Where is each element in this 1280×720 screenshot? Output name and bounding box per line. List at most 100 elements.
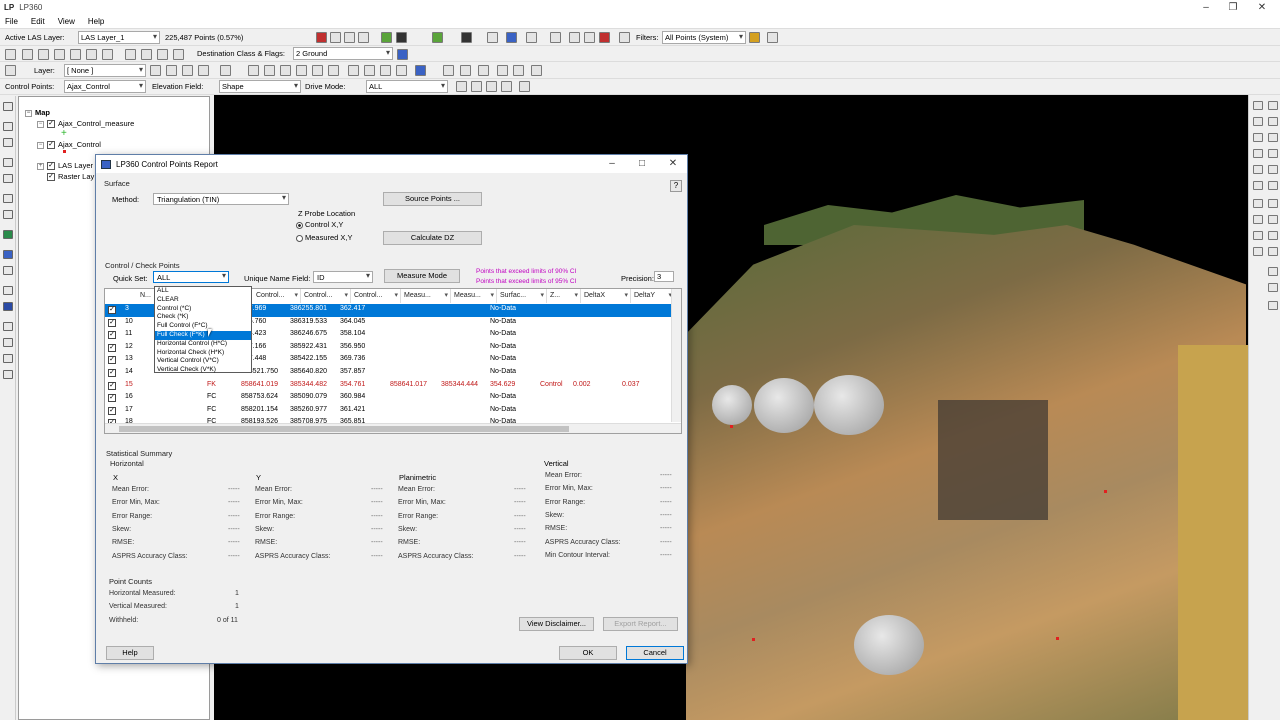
row-checkbox[interactable]: ✓ [108,381,116,390]
row-checkbox[interactable]: ✓ [108,343,116,352]
radio-control-xy[interactable]: Control X,Y [296,220,343,229]
r-tool-7-icon[interactable] [1253,149,1263,158]
prev-point-icon[interactable] [471,81,482,92]
r-tool-22-icon[interactable] [1268,283,1278,292]
edit-tool-12-icon[interactable] [380,65,391,76]
quick-set-option-horizontal-check[interactable]: Horizontal Check (H*K) [155,349,251,358]
edit-tool-15-icon[interactable] [443,65,454,76]
col-deltax-header[interactable]: DeltaX [581,289,631,303]
settings-icon[interactable] [396,32,407,43]
edit-tool-8-icon[interactable] [312,65,323,76]
redo-icon[interactable] [173,49,184,60]
report-icon[interactable] [519,81,530,92]
warning-icon[interactable] [316,32,327,43]
classify-6-icon[interactable] [102,49,113,60]
quick-set-option-check[interactable]: Check (*K) [155,313,251,322]
edit-tool-10-icon[interactable] [348,65,359,76]
classify-1-icon[interactable] [22,49,33,60]
quick-set-select[interactable]: ALL [153,271,229,283]
r-tool-19-icon[interactable] [1253,247,1263,256]
undo-icon[interactable] [157,49,168,60]
row-checkbox[interactable]: ✓ [108,356,116,365]
globe-icon[interactable] [3,230,13,239]
menu-view[interactable]: View [58,17,75,26]
layer-select[interactable]: [ None ] [64,64,146,77]
r-tool-11-icon[interactable] [1253,181,1263,190]
quick-set-option-vertical-control[interactable]: Vertical Control (V*C) [155,357,251,366]
edit-tool-1-icon[interactable] [182,65,193,76]
pin-icon[interactable] [397,49,408,60]
r-tool-12-icon[interactable] [1268,181,1278,190]
fixed-zoom-in-icon[interactable] [3,194,13,203]
r-tool-8-icon[interactable] [1268,149,1278,158]
color-icon[interactable] [432,32,443,43]
r-tool-4-icon[interactable] [1268,117,1278,126]
edit-arrow-icon[interactable] [5,65,16,76]
quick-set-option-full-control[interactable]: Full Control (F*C) [155,322,251,331]
cancel-button[interactable]: Cancel [626,646,684,660]
r-tool-14-icon[interactable] [1268,199,1278,208]
first-point-icon[interactable] [456,81,467,92]
help-question-icon[interactable]: ? [670,180,682,192]
profile-icon[interactable] [506,32,517,43]
edit-tool-17-icon[interactable] [478,65,489,76]
edit-tool-5-icon[interactable] [264,65,275,76]
up-arrow-icon[interactable] [3,354,13,363]
shape-icon[interactable] [344,32,355,43]
view-disclaimer-button[interactable]: View Disclaimer... [519,617,594,631]
grid2-icon[interactable] [584,32,595,43]
classify-2-icon[interactable] [38,49,49,60]
r-tool-21-icon[interactable] [1268,267,1278,276]
col-control-y-header[interactable]: Control... [301,289,351,303]
zoom-out-icon[interactable] [3,138,13,147]
grid-horizontal-scrollbar[interactable] [105,423,681,433]
delete-edits-icon[interactable] [166,65,177,76]
row-checkbox[interactable]: ✓ [108,318,116,327]
classify-4-icon[interactable] [70,49,81,60]
tree-icon[interactable] [381,32,392,43]
r-tool-16-icon[interactable] [1268,215,1278,224]
split-icon[interactable] [487,32,498,43]
menu-file[interactable]: File [5,17,18,26]
tree-layer-raster[interactable]: ✓ Raster Lay [47,172,94,182]
control-point-marker[interactable] [1104,490,1107,493]
row-checkbox[interactable]: ✓ [108,331,116,340]
extent-icon[interactable] [550,32,561,43]
r-tool-17-icon[interactable] [1253,231,1263,240]
last-point-icon[interactable] [501,81,512,92]
dialog-maximize-icon[interactable]: □ [634,158,650,169]
active-layer-select[interactable]: LAS Layer_1 [78,31,160,44]
grid1-icon[interactable] [569,32,580,43]
r-tool-10-icon[interactable] [1268,165,1278,174]
help-button[interactable]: Help [106,646,154,660]
edit-tool-2-icon[interactable] [198,65,209,76]
r-tool-9-icon[interactable] [1253,165,1263,174]
down-arrow-icon[interactable] [3,370,13,379]
unique-name-select[interactable]: ID [313,271,373,283]
zoom-in-icon[interactable] [3,122,13,131]
control-point-marker[interactable] [752,638,755,641]
table-row[interactable]: ✓ 15 FK 858641.019 385344.482 354.761 858641.0… [105,380,671,393]
save-edits-icon[interactable] [150,65,161,76]
classify-7-icon[interactable] [125,49,136,60]
col-deltay-header[interactable]: DeltaY [631,289,675,303]
menu-edit[interactable]: Edit [31,17,45,26]
pointer-icon[interactable] [3,102,13,111]
identify-icon[interactable] [3,286,13,295]
r-tool-5-icon[interactable] [1253,133,1263,142]
edit-tool-3-icon[interactable] [220,65,231,76]
filter-tool-icon[interactable] [619,32,630,43]
zoom-box-icon[interactable] [3,158,13,167]
col-measured-x-header[interactable]: Measu... [401,289,451,303]
dialog-close-icon[interactable]: ✕ [665,158,681,169]
polyline-icon[interactable] [358,32,369,43]
fixed-zoom-out-icon[interactable] [3,210,13,219]
row-checkbox[interactable]: ✓ [108,394,116,403]
col-surface-header[interactable]: Surfac... [497,289,547,303]
edit-tool-11-icon[interactable] [364,65,375,76]
classify-3-icon[interactable] [54,49,65,60]
r-tool-23-icon[interactable] [1268,301,1278,310]
rgb-icon[interactable] [526,32,537,43]
tree-layer-las[interactable]: + ✓ LAS Layer [37,161,93,171]
dest-class-select[interactable]: 2 Ground [293,47,393,60]
